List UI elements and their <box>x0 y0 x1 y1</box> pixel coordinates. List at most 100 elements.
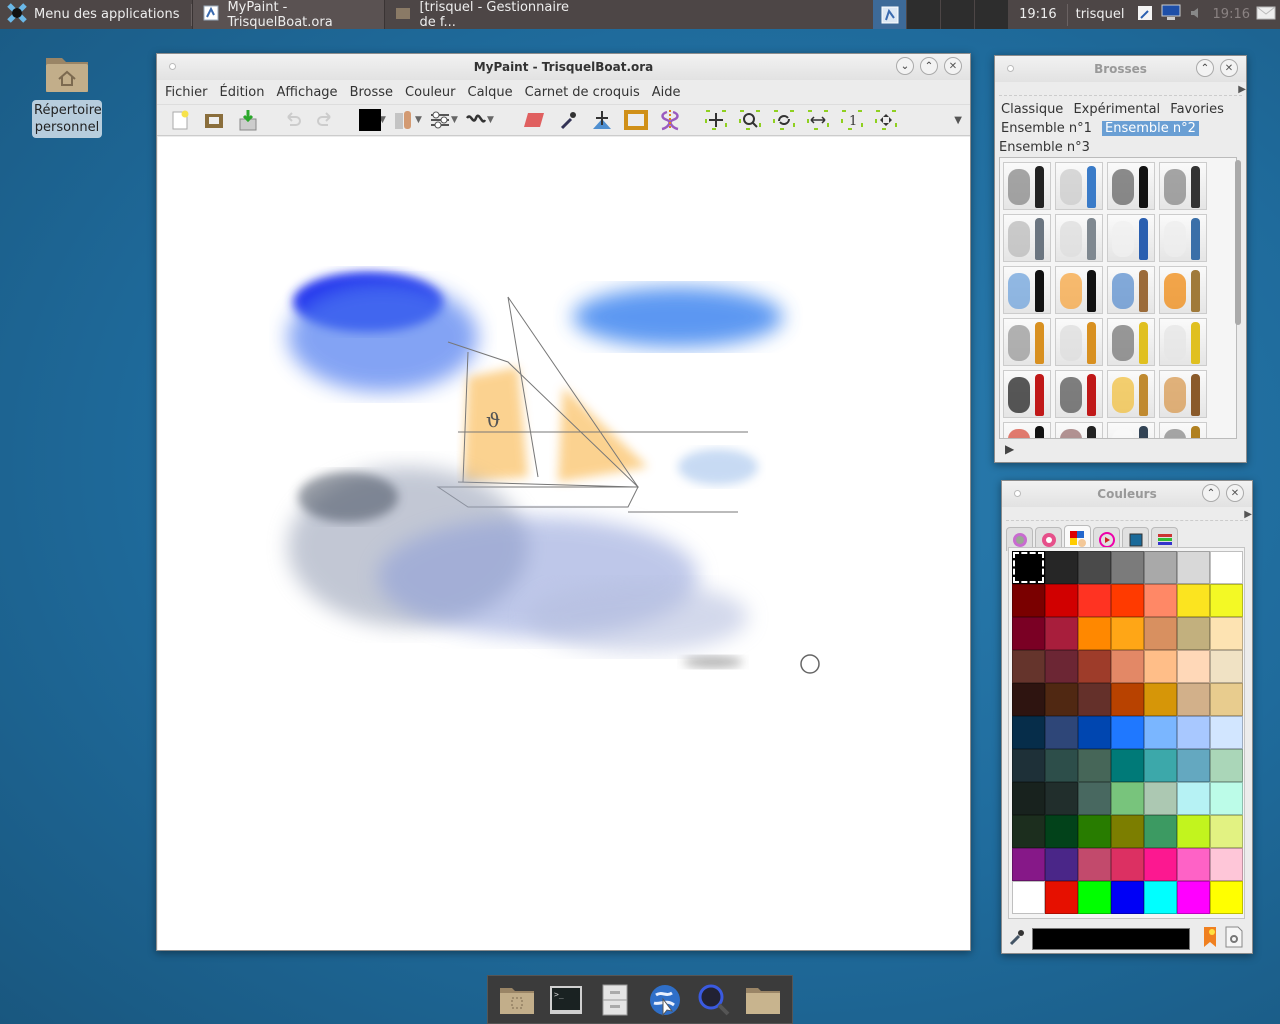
frame-icon[interactable] <box>619 106 653 134</box>
expand-arrow-icon[interactable]: ▶ <box>1005 442 1014 456</box>
brush-item[interactable] <box>1055 162 1103 210</box>
close-button[interactable]: ✕ <box>944 57 962 75</box>
group-ensemble-2[interactable]: Ensemble n°2 <box>1102 121 1199 136</box>
color-swatch[interactable] <box>1177 650 1210 683</box>
clock[interactable]: 19:16 <box>1009 0 1066 29</box>
stroke-shape-icon[interactable] <box>461 106 491 134</box>
brush-item[interactable] <box>1107 266 1155 314</box>
brush-item[interactable] <box>1159 318 1207 366</box>
color-swatch[interactable] <box>1144 584 1177 617</box>
color-swatch[interactable] <box>1177 716 1210 749</box>
brush-item[interactable] <box>1003 422 1051 438</box>
color-swatch[interactable] <box>1045 683 1078 716</box>
color-swatch[interactable] <box>1144 782 1177 815</box>
group-classique[interactable]: Classique <box>1001 102 1063 117</box>
color-swatch[interactable] <box>1111 584 1144 617</box>
color-swatch[interactable] <box>1078 716 1111 749</box>
brush-item[interactable] <box>1107 214 1155 262</box>
brush-item[interactable] <box>1003 318 1051 366</box>
color-swatch[interactable] <box>1177 881 1210 914</box>
brush-item[interactable] <box>1003 266 1051 314</box>
brush-item[interactable] <box>1107 162 1155 210</box>
workspace-4[interactable] <box>975 0 1010 29</box>
terminal-icon[interactable]: >_ <box>546 980 586 1020</box>
color-swatch[interactable] <box>1012 815 1045 848</box>
color-swatch[interactable] <box>1012 782 1045 815</box>
menu-edition[interactable]: Édition <box>214 85 271 100</box>
brush-item[interactable] <box>1055 266 1103 314</box>
color-swatch[interactable] <box>1111 782 1144 815</box>
mirror-view-icon[interactable] <box>801 106 835 134</box>
web-browser-icon[interactable] <box>645 980 685 1020</box>
brush-item[interactable] <box>1003 214 1051 262</box>
color-swatch[interactable] <box>1177 782 1210 815</box>
maximize-button[interactable]: ⌃ <box>1202 484 1220 502</box>
fit-view-icon[interactable] <box>869 106 903 134</box>
color-swatch[interactable] <box>1078 815 1111 848</box>
brush-item[interactable] <box>1159 214 1207 262</box>
workspace-1[interactable] <box>873 0 908 29</box>
color-swatch[interactable] <box>1078 881 1111 914</box>
color-swatch[interactable] <box>1177 551 1210 584</box>
task-mypaint[interactable]: MyPaint - TrisquelBoat.ora <box>192 0 385 30</box>
drawing-canvas[interactable]: ϑ <box>158 137 970 950</box>
pan-view-icon[interactable] <box>699 106 733 134</box>
color-swatch[interactable] <box>1210 584 1243 617</box>
workspace-2[interactable] <box>907 0 942 29</box>
menu-couleur[interactable]: Couleur <box>399 85 461 100</box>
color-swatch[interactable] <box>1177 749 1210 782</box>
color-swatch[interactable] <box>1210 749 1243 782</box>
color-swatch[interactable] <box>1012 716 1045 749</box>
overflow-menu-icon[interactable]: ▼ <box>954 115 962 126</box>
app-menu-button[interactable]: Menu des applications <box>0 0 185 29</box>
brush-item[interactable] <box>1055 422 1103 438</box>
redo-icon[interactable] <box>309 106 343 134</box>
color-swatch[interactable] <box>1144 815 1177 848</box>
color-swatch[interactable] <box>1012 881 1045 914</box>
color-swatch[interactable] <box>1210 782 1243 815</box>
color-swatch[interactable] <box>1045 749 1078 782</box>
mail-icon[interactable] <box>1256 5 1276 25</box>
color-swatch[interactable] <box>1210 650 1243 683</box>
brush-item[interactable] <box>1159 266 1207 314</box>
brush-item[interactable] <box>1159 422 1207 438</box>
menu-calque[interactable]: Calque <box>462 85 519 100</box>
color-swatch[interactable] <box>1111 617 1144 650</box>
current-color-button[interactable] <box>357 106 383 134</box>
network-key-icon[interactable] <box>1137 5 1153 25</box>
color-swatch[interactable] <box>1045 617 1078 650</box>
color-swatch[interactable] <box>1177 683 1210 716</box>
color-swatch[interactable] <box>1210 716 1243 749</box>
brush-scrollbar[interactable] <box>1235 160 1241 325</box>
color-swatch[interactable] <box>1210 617 1243 650</box>
color-swatch[interactable] <box>1177 617 1210 650</box>
menu-aide[interactable]: Aide <box>646 85 687 100</box>
color-swatch[interactable] <box>1144 749 1177 782</box>
color-swatch[interactable] <box>1012 650 1045 683</box>
adjustments-icon[interactable] <box>425 106 455 134</box>
color-swatch[interactable] <box>1210 683 1243 716</box>
group-ensemble-1[interactable]: Ensemble n°1 <box>1001 121 1092 136</box>
tab-scroll-arrow-icon[interactable]: ▶ <box>1244 509 1252 520</box>
volume-icon[interactable] <box>1189 5 1205 25</box>
color-swatch[interactable] <box>1144 617 1177 650</box>
menu-fichier[interactable]: Fichier <box>159 85 214 100</box>
color-swatch[interactable] <box>1177 848 1210 881</box>
brush-settings-icon[interactable] <box>389 106 419 134</box>
add-favorite-color-icon[interactable] <box>1202 926 1218 952</box>
color-swatch[interactable] <box>1078 650 1111 683</box>
color-swatch[interactable] <box>1012 749 1045 782</box>
symmetry-icon[interactable] <box>653 106 687 134</box>
color-swatch[interactable] <box>1111 683 1144 716</box>
color-swatch[interactable] <box>1111 716 1144 749</box>
search-icon[interactable] <box>694 980 734 1020</box>
color-picker-icon[interactable] <box>551 106 585 134</box>
color-swatch[interactable] <box>1177 815 1210 848</box>
eraser-icon[interactable] <box>517 106 551 134</box>
color-swatch[interactable] <box>1045 584 1078 617</box>
color-swatch[interactable] <box>1111 848 1144 881</box>
color-swatch[interactable] <box>1111 881 1144 914</box>
color-swatch[interactable] <box>1210 815 1243 848</box>
color-swatch[interactable] <box>1012 848 1045 881</box>
color-swatch[interactable] <box>1045 815 1078 848</box>
